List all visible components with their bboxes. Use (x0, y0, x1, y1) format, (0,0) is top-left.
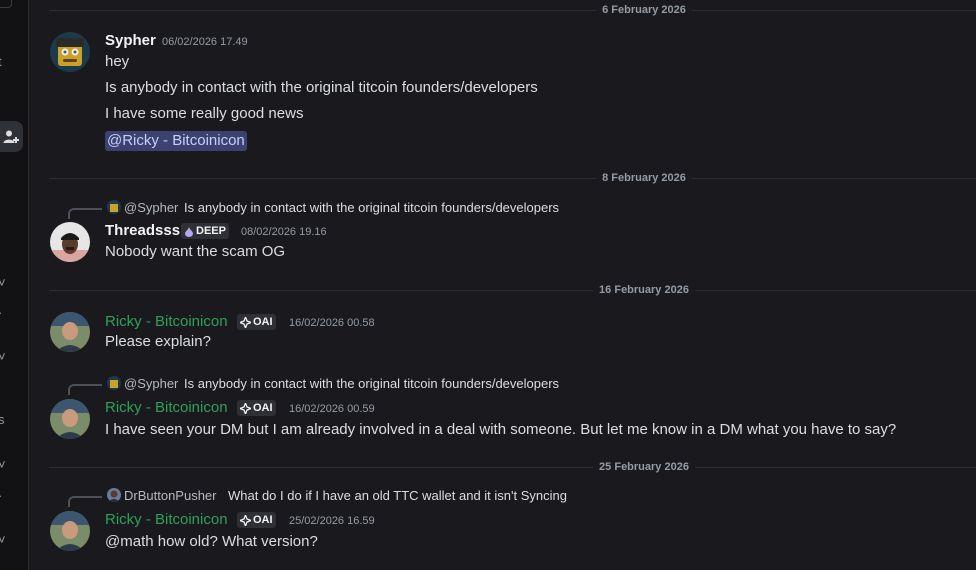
sypher-avatar-image (50, 32, 90, 72)
date-divider: 8 February 2026 (49, 171, 976, 185)
date-divider-label: 25 February 2026 (593, 460, 695, 474)
date-divider-label: 8 February 2026 (596, 171, 692, 185)
user-mention[interactable]: @Ricky - Bitcoinicon (105, 131, 247, 151)
sidebar-chevron-down-icon[interactable]: ˅ (0, 276, 6, 289)
oai-tag-icon (240, 316, 251, 328)
deep-tag-icon (185, 226, 193, 237)
server-sidebar: t ˅ · ˅ s ˅ · ˅ (0, 0, 29, 570)
message-author[interactable]: Ricky - Bitcoinicon (105, 511, 228, 529)
server-tag-label: OAI (253, 514, 273, 526)
message-text: I have seen your DM but I am already inv… (105, 421, 897, 438)
message-timestamp: 16/02/2026 00.58 (289, 317, 375, 329)
add-friend-button[interactable] (0, 121, 23, 152)
reply-avatar (107, 488, 121, 502)
message-author[interactable]: Ricky - Bitcoinicon (105, 399, 228, 417)
sidebar-glyph: · (0, 306, 2, 319)
server-tag[interactable]: OAI (237, 400, 276, 416)
reply-avatar (107, 376, 121, 390)
sidebar-glyph: s (0, 413, 5, 426)
reply-author[interactable]: @Sypher (124, 200, 178, 216)
reply-preview[interactable]: Is anybody in contact with the original … (184, 200, 559, 216)
reply-spine (68, 496, 102, 507)
user-avatar[interactable] (50, 312, 90, 352)
message-author[interactable]: Sypher (105, 32, 156, 50)
reply-avatar (107, 200, 121, 214)
reply-spine (68, 384, 102, 395)
date-divider: 6 February 2026 (49, 3, 976, 17)
message-timestamp: 08/02/2026 19.16 (241, 226, 327, 238)
message-timestamp: 25/02/2026 16.59 (289, 515, 375, 527)
reply-preview[interactable]: Is anybody in contact with the original … (184, 376, 559, 392)
sidebar-chevron-down-icon[interactable]: ˅ (0, 533, 6, 546)
message-author[interactable]: Ricky - Bitcoinicon (105, 313, 228, 331)
sidebar-chevron-down-icon[interactable]: ˅ (0, 458, 6, 471)
date-divider: 25 February 2026 (49, 460, 976, 474)
user-avatar[interactable] (50, 32, 90, 72)
message-author[interactable]: Threadsss (105, 222, 180, 240)
reply-author[interactable]: @Sypher (124, 376, 178, 392)
reply-preview[interactable]: What do I do if I have an old TTC wallet… (228, 488, 567, 504)
server-tag[interactable]: DEEP (181, 223, 229, 239)
threadsss-avatar-image (50, 222, 90, 262)
oai-tag-icon (240, 514, 251, 526)
message-text: @math how old? What version? (105, 533, 318, 550)
message-text: Please explain? (105, 333, 211, 350)
message-text: Is anybody in contact with the original … (105, 79, 538, 96)
message-timestamp: 06/02/2026 17.49 (162, 36, 248, 48)
user-avatar[interactable] (50, 399, 90, 439)
server-tag[interactable]: OAI (237, 512, 276, 528)
server-tag-label: DEEP (196, 225, 226, 237)
date-divider: 16 February 2026 (49, 283, 976, 297)
date-divider-label: 6 February 2026 (596, 3, 692, 17)
user-avatar[interactable] (50, 511, 90, 551)
user-avatar[interactable] (50, 222, 90, 262)
add-friend-icon (3, 130, 19, 143)
ricky-avatar-image (50, 312, 90, 352)
message-text: I have some really good news (105, 105, 304, 122)
ricky-avatar-image (50, 399, 90, 439)
message-timestamp: 16/02/2026 00.59 (289, 403, 375, 415)
date-divider-label: 16 February 2026 (593, 283, 695, 297)
server-tag[interactable]: OAI (237, 314, 276, 330)
sidebar-chevron-down-icon[interactable]: ˅ (0, 350, 6, 363)
server-tag-label: OAI (253, 316, 273, 328)
server-tag-label: OAI (253, 402, 273, 414)
message-text: Nobody want the scam OG (105, 243, 286, 260)
sidebar-glyph: t (0, 55, 2, 68)
reply-author[interactable]: DrButtonPusher (124, 488, 217, 504)
sidebar-glyph: · (0, 489, 2, 502)
sidebar-top-edge (0, 0, 12, 8)
reply-spine (68, 208, 102, 219)
ricky-avatar-image (50, 511, 90, 551)
message-text: hey (105, 53, 130, 70)
oai-tag-icon (240, 402, 251, 414)
